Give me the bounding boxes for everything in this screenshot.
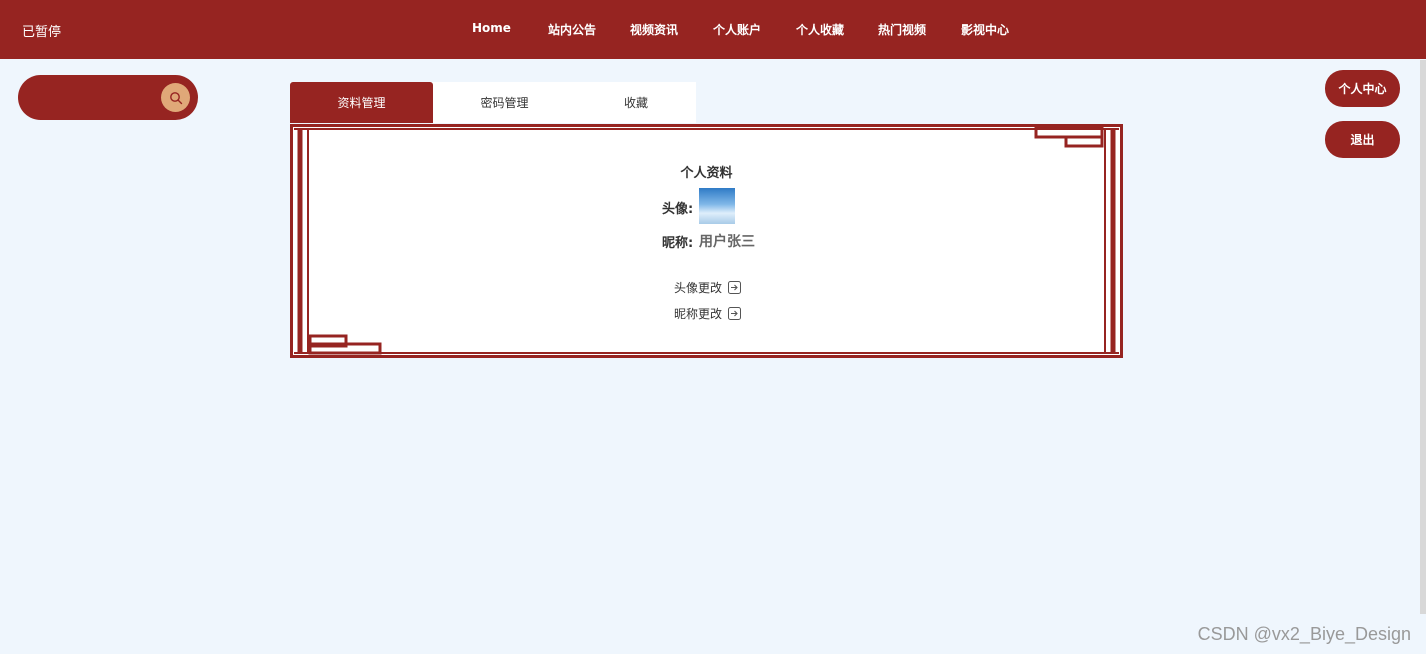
- search-button[interactable]: [161, 83, 190, 112]
- nav-video-news[interactable]: 视频资讯: [630, 21, 678, 38]
- arrow-right-box-icon: [728, 307, 742, 320]
- change-nickname-link[interactable]: 昵称更改: [674, 305, 742, 322]
- nav-film-center[interactable]: 影视中心: [961, 21, 1009, 38]
- nickname-value: 用户张三: [699, 234, 755, 250]
- search-icon: [169, 91, 182, 104]
- personal-center-button[interactable]: 个人中心: [1325, 70, 1400, 107]
- profile-tabs: 资料管理 密码管理 收藏: [290, 82, 696, 123]
- top-navbar: 已暂停 Home 站内公告 视频资讯 个人账户 个人收藏 热门视频 影视中心: [0, 0, 1426, 59]
- profile-content: 个人资料 头像: 昵称: 用户张三 头像更改 昵称更改: [290, 124, 1123, 358]
- nav-favorites[interactable]: 个人收藏: [796, 21, 844, 38]
- profile-title: 个人资料: [680, 166, 733, 181]
- change-avatar-link[interactable]: 头像更改: [674, 279, 742, 296]
- logout-button[interactable]: 退出: [1325, 121, 1400, 158]
- status-label: 已暂停: [22, 25, 62, 40]
- nav-home[interactable]: Home: [472, 21, 511, 35]
- nav-announcements[interactable]: 站内公告: [548, 21, 596, 38]
- nav-hot-videos[interactable]: 热门视频: [878, 21, 926, 38]
- page-scrollbar[interactable]: [1420, 60, 1426, 614]
- profile-panel: 个人资料 头像: 昵称: 用户张三 头像更改 昵称更改: [290, 124, 1123, 358]
- avatar-label: 头像:: [662, 202, 694, 217]
- search-input[interactable]: [18, 75, 198, 120]
- change-nickname-label: 昵称更改: [674, 307, 723, 321]
- nav-personal-account[interactable]: 个人账户: [713, 21, 761, 38]
- avatar: [699, 188, 735, 224]
- arrow-right-box-icon: [728, 281, 742, 294]
- tab-profile-management[interactable]: 资料管理: [290, 82, 433, 123]
- tab-password-management[interactable]: 密码管理: [433, 82, 576, 123]
- watermark: CSDN @vx2_Biye_Design: [1197, 624, 1411, 644]
- change-avatar-label: 头像更改: [674, 281, 723, 295]
- nickname-label: 昵称:: [662, 236, 694, 251]
- tab-favorites[interactable]: 收藏: [576, 82, 696, 123]
